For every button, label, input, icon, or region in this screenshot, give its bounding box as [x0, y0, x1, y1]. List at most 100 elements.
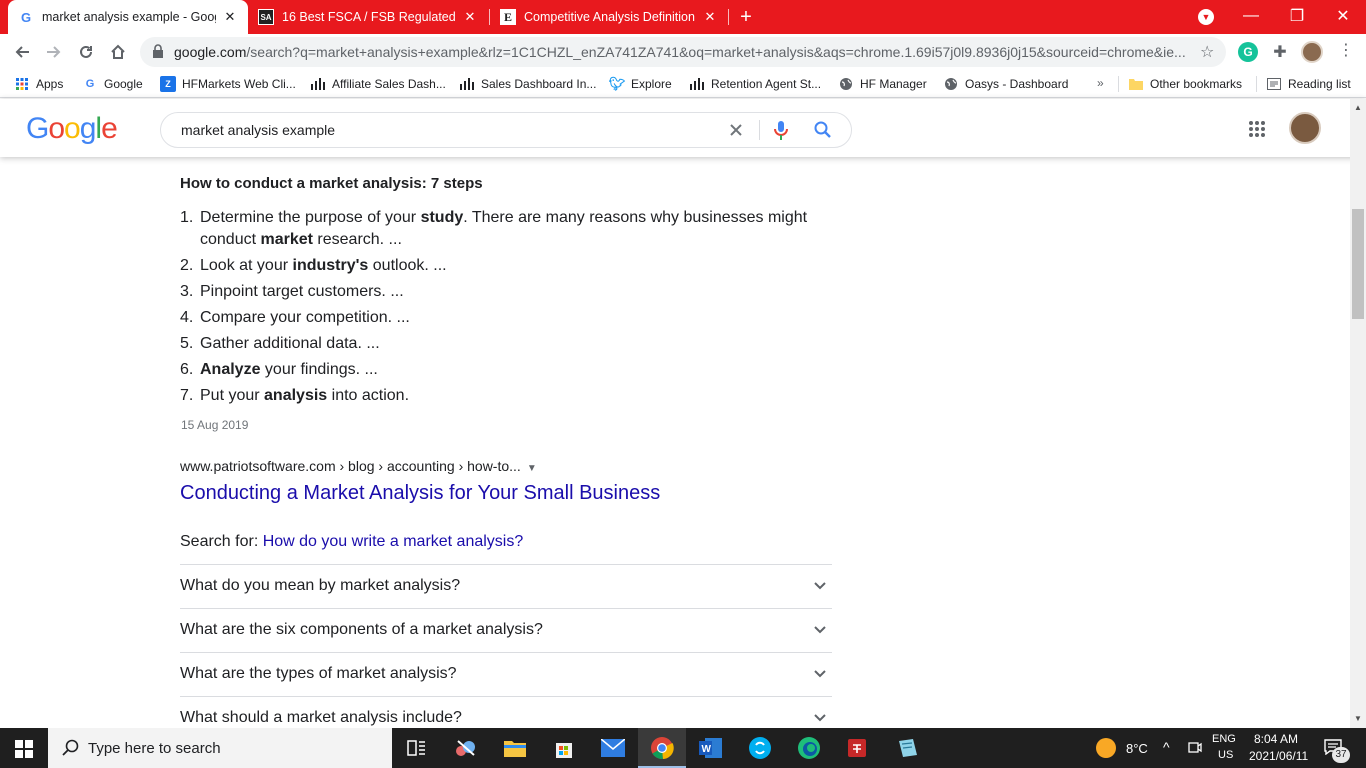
- clock-date[interactable]: 2021/06/11: [1249, 749, 1308, 763]
- bookmark-apps[interactable]: Apps: [14, 76, 63, 92]
- profile-avatar[interactable]: [1301, 41, 1323, 63]
- tab-market-analysis[interactable]: G market analysis example - Googl ✕: [8, 0, 248, 34]
- bookmark-other[interactable]: Other bookmarks: [1128, 76, 1242, 92]
- scroll-up-arrow-icon[interactable]: ▲: [1354, 103, 1362, 112]
- google-apps-grid-icon[interactable]: [1248, 120, 1266, 138]
- notes-app-icon[interactable]: [895, 736, 919, 760]
- weather-sun-icon[interactable]: [1096, 738, 1116, 758]
- chevron-down-icon[interactable]: [812, 709, 828, 725]
- minimize-icon[interactable]: —: [1228, 0, 1274, 32]
- windows-taskbar: Type here to search W 8°C ^ ENG US 8:04 …: [0, 728, 1366, 768]
- chevron-down-icon[interactable]: [812, 577, 828, 593]
- result-breadcrumb[interactable]: www.patriotsoftware.com › blog › account…: [180, 458, 537, 474]
- bookmark-google[interactable]: G Google: [82, 76, 143, 92]
- result-title-link[interactable]: Conducting a Market Analysis for Your Sm…: [180, 482, 660, 505]
- edge-icon[interactable]: [797, 736, 821, 760]
- bookmark-sales-dashboard[interactable]: Sales Dashboard In...: [459, 76, 596, 92]
- taskbar-search[interactable]: Type here to search: [48, 728, 392, 768]
- scroll-down-arrow-icon[interactable]: ▼: [1354, 714, 1362, 723]
- tab-title: Competitive Analysis Definition -: [524, 10, 696, 24]
- url-text[interactable]: google.com/search?q=market+analysis+exam…: [174, 44, 1194, 60]
- bookmark-explore[interactable]: 🐦︎ Explore: [609, 76, 672, 92]
- people-also-ask-item[interactable]: What are the six components of a market …: [180, 608, 832, 652]
- mail-icon[interactable]: [601, 736, 625, 760]
- temperature-text[interactable]: 8°C: [1126, 741, 1148, 756]
- browser-toolbar: google.com/search?q=market+analysis+exam…: [0, 34, 1366, 70]
- people-also-ask-item[interactable]: What do you mean by market analysis?: [180, 564, 832, 608]
- taskbar-search-placeholder: Type here to search: [88, 740, 221, 757]
- bookmark-hf-manager[interactable]: HF Manager: [838, 76, 927, 92]
- tab-competitive-analysis[interactable]: E Competitive Analysis Definition - ✕: [490, 0, 728, 34]
- bookmark-oasys[interactable]: Oasys - Dashboard: [943, 76, 1068, 92]
- bookmark-label: Google: [104, 77, 143, 91]
- result-menu-chevron-icon[interactable]: ▼: [527, 463, 537, 474]
- close-tab-icon[interactable]: ✕: [222, 9, 238, 25]
- snippet-step: 1. Determine the purpose of your study. T…: [180, 207, 830, 251]
- address-bar[interactable]: google.com/search?q=market+analysis+exam…: [140, 37, 1226, 67]
- people-also-ask-item[interactable]: What should a market analysis include?: [180, 696, 832, 728]
- bookmark-retention-agent[interactable]: Retention Agent St...: [689, 76, 821, 92]
- chevron-down-icon[interactable]: [812, 665, 828, 681]
- page-scrollbar[interactable]: ▲ ▼: [1350, 99, 1366, 728]
- clear-search-icon[interactable]: [727, 121, 745, 139]
- home-icon[interactable]: [106, 40, 130, 64]
- remote-app-icon[interactable]: [846, 736, 870, 760]
- search-input[interactable]: market analysis example: [181, 122, 335, 138]
- more-bookmarks-chevron-icon[interactable]: »: [1097, 76, 1104, 90]
- step-text-part: outlook. ...: [368, 257, 447, 274]
- bookmark-label: Affiliate Sales Dash...: [332, 77, 446, 91]
- skype-icon[interactable]: [748, 736, 772, 760]
- bookmark-affiliate-sales[interactable]: Affiliate Sales Dash...: [310, 76, 446, 92]
- task-view-icon[interactable]: [405, 736, 429, 760]
- show-hidden-icons-icon[interactable]: ^: [1163, 739, 1170, 755]
- google-logo[interactable]: Google: [26, 112, 118, 146]
- step-keyword: study: [420, 209, 464, 226]
- bookmark-label: HFMarkets Web Cli...: [182, 77, 296, 91]
- grammarly-extension-icon[interactable]: G: [1238, 42, 1258, 62]
- search-for-link[interactable]: How do you write a market analysis?: [263, 533, 524, 550]
- reload-icon[interactable]: [74, 40, 98, 64]
- back-icon[interactable]: [10, 40, 34, 64]
- step-text: Put your analysis into action.: [200, 385, 409, 407]
- microsoft-store-icon[interactable]: [552, 736, 576, 760]
- people-also-ask-item[interactable]: What are the types of market analysis?: [180, 652, 832, 696]
- clock-time[interactable]: 8:04 AM: [1254, 732, 1298, 746]
- bookmark-label: Reading list: [1288, 77, 1351, 91]
- scrollbar-thumb[interactable]: [1352, 209, 1364, 319]
- input-region[interactable]: US: [1218, 749, 1233, 761]
- close-tab-icon[interactable]: ✕: [702, 9, 718, 25]
- step-text: Pinpoint target customers. ...: [200, 281, 404, 303]
- tab-fsca-brokers[interactable]: SA 16 Best FSCA / FSB Regulated Fo ✕: [248, 0, 488, 34]
- chevron-down-icon[interactable]: [812, 621, 828, 637]
- search-icon[interactable]: [813, 120, 833, 140]
- word-icon[interactable]: W: [699, 736, 723, 760]
- chrome-menu-icon[interactable]: ⋮: [1338, 42, 1354, 62]
- windows-start-icon[interactable]: [15, 740, 33, 758]
- close-window-icon[interactable]: ✕: [1320, 0, 1366, 32]
- voice-search-mic-icon[interactable]: [773, 120, 789, 142]
- step-number: 1.: [180, 209, 194, 226]
- bookmark-star-icon[interactable]: ☆: [1200, 42, 1214, 62]
- google-account-avatar[interactable]: [1289, 112, 1321, 144]
- step-text-part: Pinpoint target customers. ...: [200, 283, 404, 300]
- lock-icon[interactable]: [152, 44, 164, 58]
- search-box[interactable]: market analysis example: [160, 112, 852, 148]
- file-explorer-icon[interactable]: [503, 736, 527, 760]
- input-language[interactable]: ENG: [1212, 733, 1236, 745]
- close-tab-icon[interactable]: ✕: [462, 9, 478, 25]
- bookmark-hfmarkets[interactable]: Z HFMarkets Web Cli...: [160, 76, 296, 92]
- snipping-tool-icon[interactable]: [454, 736, 478, 760]
- notification-count-badge: 37: [1332, 747, 1350, 763]
- step-text: Determine the purpose of your study. The…: [200, 207, 830, 251]
- chrome-icon[interactable]: [650, 736, 674, 760]
- forward-icon[interactable]: [42, 40, 66, 64]
- extensions-puzzle-icon[interactable]: ✚: [1270, 42, 1290, 62]
- new-tab-icon[interactable]: +: [736, 7, 756, 27]
- reading-list[interactable]: Reading list: [1266, 76, 1351, 92]
- cite-text: www.patriotsoftware.com › blog › account…: [180, 458, 521, 474]
- meet-now-icon[interactable]: [1188, 740, 1202, 757]
- step-number: 3.: [180, 283, 194, 300]
- restore-icon[interactable]: ❐: [1274, 0, 1320, 32]
- tab-search-icon[interactable]: ▼: [1198, 9, 1214, 25]
- google-favicon-icon: G: [20, 9, 32, 25]
